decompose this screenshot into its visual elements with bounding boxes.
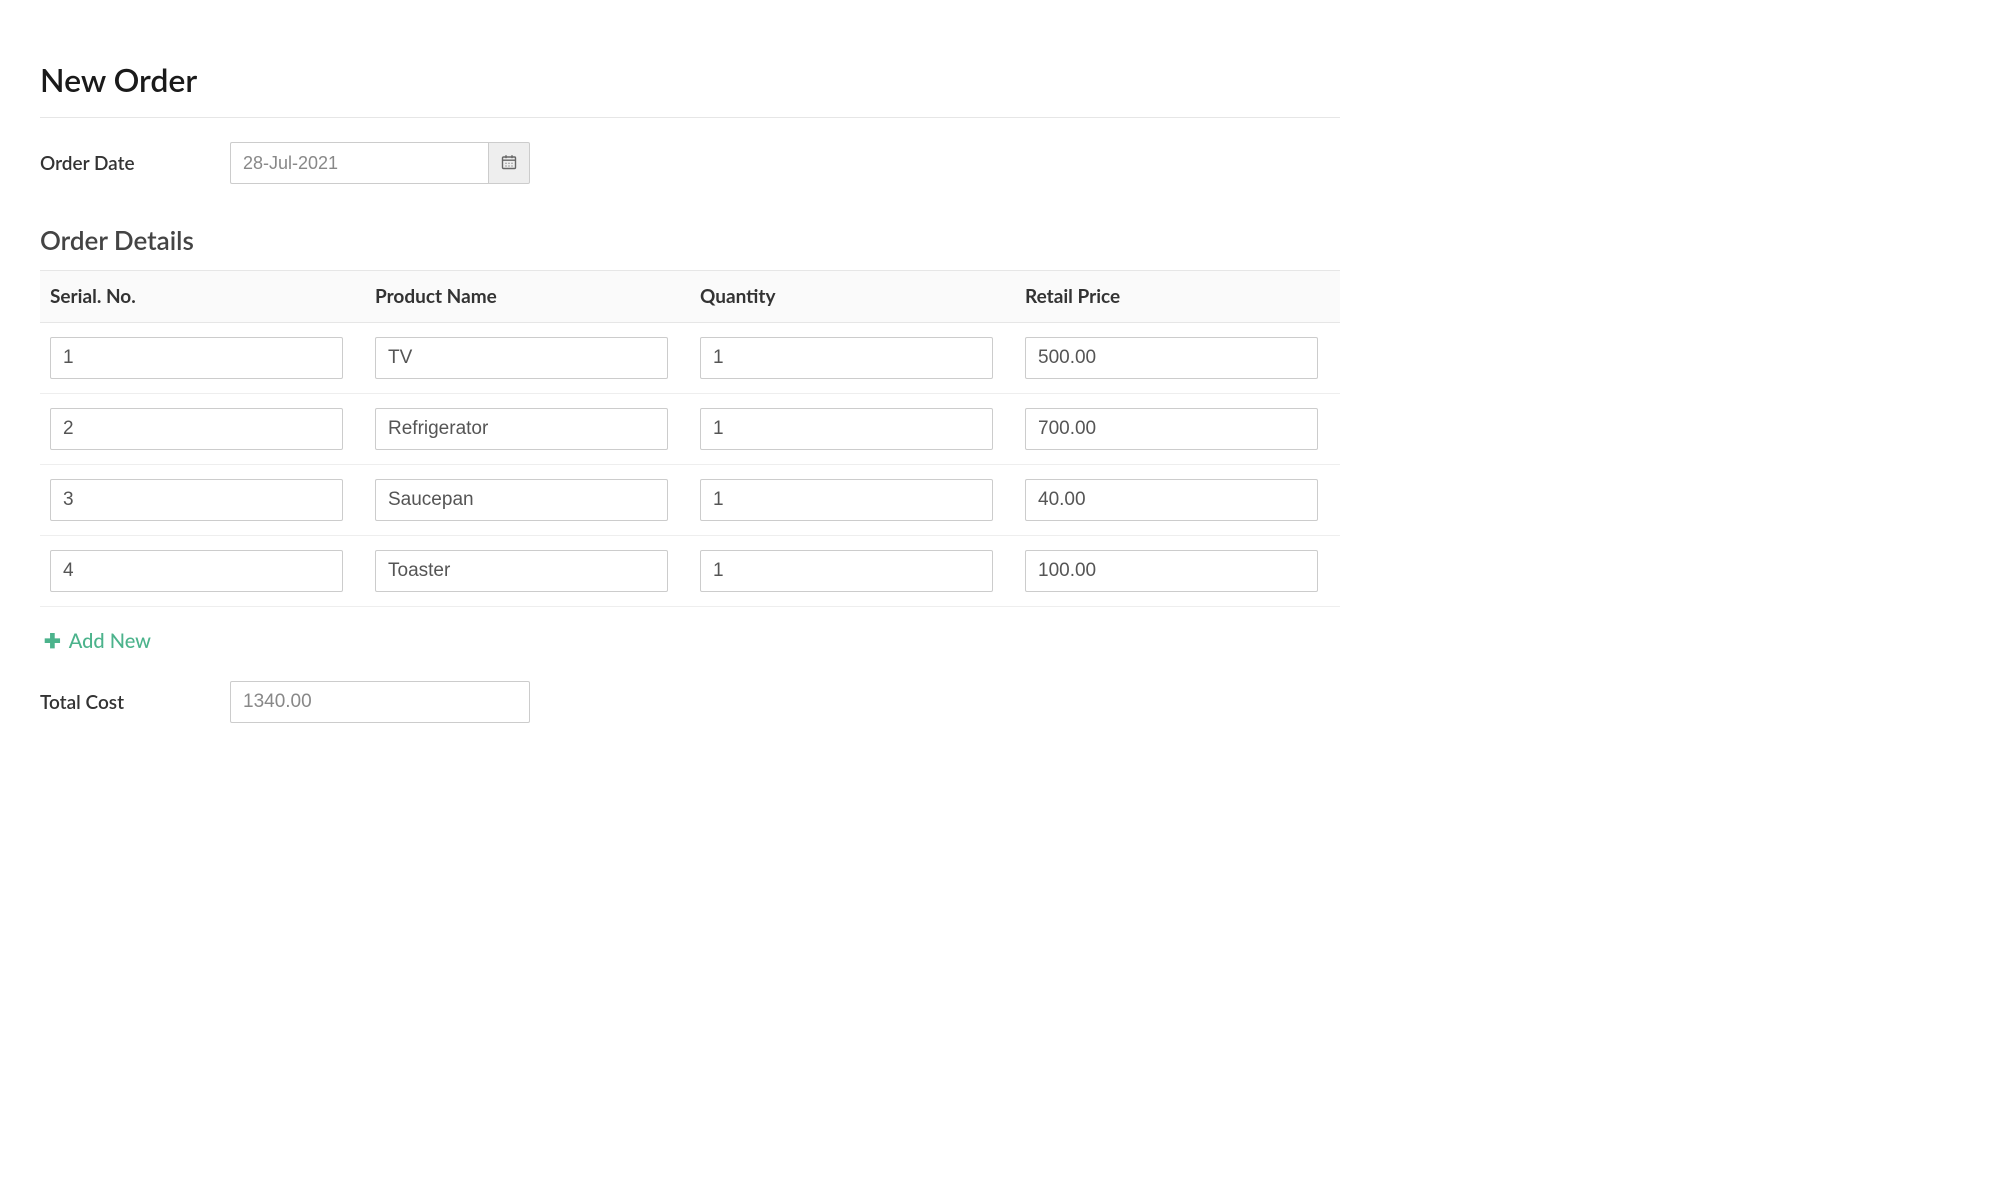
- plus-icon: ✚: [44, 629, 61, 653]
- order-date-label: Order Date: [40, 152, 230, 175]
- order-date-picker-button[interactable]: [488, 142, 530, 184]
- serial-input[interactable]: [50, 408, 343, 450]
- col-header-product: Product Name: [365, 271, 690, 323]
- product-input[interactable]: [375, 479, 668, 521]
- calendar-icon: [501, 154, 517, 173]
- price-input[interactable]: [1025, 550, 1318, 592]
- price-input[interactable]: [1025, 479, 1318, 521]
- table-row: [40, 323, 1340, 394]
- price-input[interactable]: [1025, 408, 1318, 450]
- add-new-label: Add New: [69, 629, 151, 653]
- table-row: [40, 394, 1340, 465]
- price-input[interactable]: [1025, 337, 1318, 379]
- col-header-quantity: Quantity: [690, 271, 1015, 323]
- table-row: [40, 465, 1340, 536]
- quantity-input[interactable]: [700, 337, 993, 379]
- table-row: [40, 536, 1340, 607]
- quantity-input[interactable]: [700, 479, 993, 521]
- total-cost-input[interactable]: [230, 681, 530, 723]
- total-cost-label: Total Cost: [40, 691, 230, 714]
- total-cost-row: Total Cost: [40, 681, 1340, 723]
- quantity-input[interactable]: [700, 550, 993, 592]
- product-input[interactable]: [375, 550, 668, 592]
- serial-input[interactable]: [50, 479, 343, 521]
- serial-input[interactable]: [50, 337, 343, 379]
- col-header-price: Retail Price: [1015, 271, 1340, 323]
- product-input[interactable]: [375, 337, 668, 379]
- col-header-serial: Serial. No.: [40, 271, 365, 323]
- order-date-row: Order Date: [40, 142, 1340, 184]
- order-date-input[interactable]: [230, 142, 488, 184]
- quantity-input[interactable]: [700, 408, 993, 450]
- add-new-button[interactable]: ✚ Add New: [44, 629, 151, 653]
- order-details-table: Serial. No. Product Name Quantity Retail…: [40, 270, 1340, 607]
- product-input[interactable]: [375, 408, 668, 450]
- page-title: New Order: [40, 60, 1340, 118]
- serial-input[interactable]: [50, 550, 343, 592]
- order-date-input-group: [230, 142, 530, 184]
- order-details-heading: Order Details: [40, 224, 1340, 256]
- table-header-row: Serial. No. Product Name Quantity Retail…: [40, 271, 1340, 323]
